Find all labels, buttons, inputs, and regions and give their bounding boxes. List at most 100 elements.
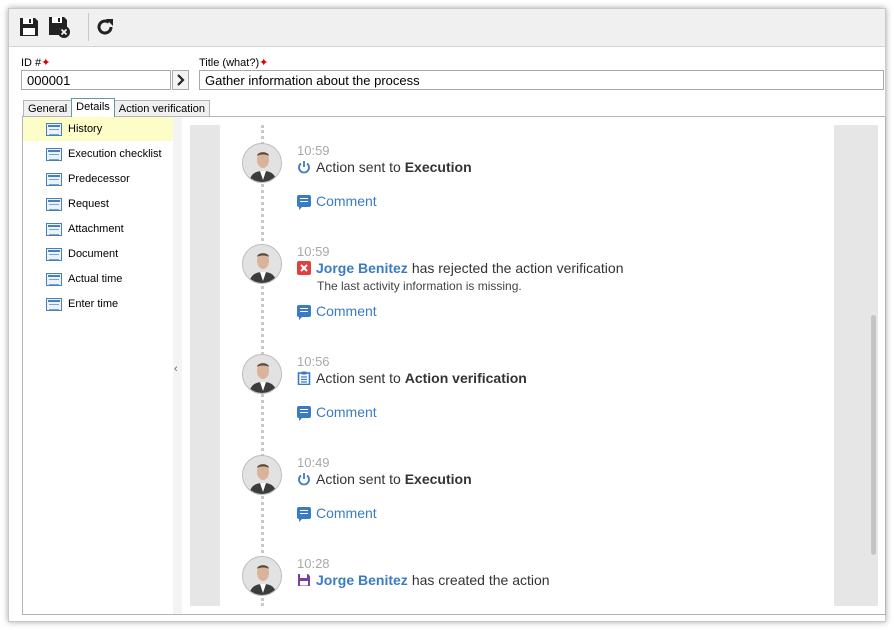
toolbar [9,9,885,47]
entry-target: Execution [404,471,472,487]
refresh-button[interactable] [91,13,119,41]
details-sidebar: History Execution checklist Predecessor … [23,117,173,614]
entry-time: 10:56 [297,354,330,369]
id-label-text: ID # [21,57,42,69]
comment-link[interactable]: Comment [297,193,377,210]
entry-time: 10:59 [297,244,330,259]
floppy-disk-close-icon [49,17,70,38]
entry-message: Action sent to Action verification [297,370,527,386]
sidebar-item-label: Request [68,198,109,210]
history-content: 10:59 Action sent to Execution Comment 1… [190,125,878,606]
entry-target: Execution [404,159,472,175]
comment-icon [297,507,311,522]
sidebar-item-label: Enter time [68,298,119,310]
title-label: Title (what?)✦ [199,56,268,69]
user-link[interactable]: Jorge Benitez [316,572,408,588]
comment-icon [297,195,311,210]
comment-label: Comment [316,404,377,420]
form-icon [46,122,62,136]
rejected-icon [297,261,311,275]
entry-message: Jorge Benitez has created the action [297,572,550,588]
sidebar-item-label: Document [68,248,119,260]
refresh-icon [97,19,113,35]
entry-detail: The last activity information is missing… [317,279,522,293]
entry-time: 10:49 [297,455,330,470]
sidebar-item-request[interactable]: Request [23,192,173,216]
sidebar-item-execution-checklist[interactable]: Execution checklist [23,142,173,166]
power-icon [297,472,311,486]
form-icon [46,297,62,311]
form-icon [46,247,62,261]
history-timeline: 10:59 Action sent to Execution Comment 1… [220,125,834,606]
entry-text: has created the action [411,572,550,588]
user-link[interactable]: Jorge Benitez [316,260,408,276]
entry-time: 10:28 [297,556,330,571]
id-label: ID #✦ [21,56,50,69]
required-marker: ✦ [41,57,51,69]
entry-text: has rejected the action verification [411,260,624,276]
sidebar-item-label: Actual time [68,273,123,285]
entry-message: Action sent to Execution [297,471,472,487]
floppy-disk-icon [20,18,38,36]
entry-message: Jorge Benitez has rejected the action ver… [297,260,624,276]
sidebar-item-label: Predecessor [68,173,130,185]
save-and-close-button[interactable] [45,13,73,41]
comment-link[interactable]: Comment [297,505,377,522]
id-field[interactable] [21,70,171,90]
comment-label: Comment [316,505,377,521]
tab-details[interactable]: Details [71,98,115,117]
sidebar-item-label: Execution checklist [68,148,162,160]
sidebar-item-actual-time[interactable]: Actual time [23,267,173,291]
comment-icon [297,305,311,320]
sidebar-item-predecessor[interactable]: Predecessor [23,167,173,191]
avatar [242,244,282,284]
chevron-right-icon [176,74,185,86]
sidebar-item-attachment[interactable]: Attachment [23,217,173,241]
entry-target: Action verification [404,370,527,386]
vertical-scrollbar[interactable] [869,125,878,606]
clipboard-icon [297,371,311,385]
comment-label: Comment [316,193,377,209]
form-icon [46,172,62,186]
sidebar-item-label: Attachment [68,223,124,235]
comment-link[interactable]: Comment [297,303,377,320]
entry-prefix: Action sent to [316,471,401,487]
comment-link[interactable]: Comment [297,404,377,421]
id-lookup-button[interactable] [172,70,189,90]
user-photo-icon [243,456,281,494]
chevron-left-icon[interactable]: ‹ [174,363,178,375]
required-marker: ✦ [259,57,269,69]
form-icon [46,222,62,236]
save-icon [297,573,311,587]
entry-time: 10:59 [297,143,330,158]
entry-prefix: Action sent to [316,159,401,175]
toolbar-separator [88,13,89,41]
form-icon [46,272,62,286]
scrollbar-thumb[interactable] [871,315,876,555]
avatar [242,556,282,596]
comment-icon [297,406,311,421]
form-icon [46,197,62,211]
title-field[interactable] [199,70,884,90]
power-icon [297,160,311,174]
entry-message: Action sent to Execution [297,159,472,175]
sidebar-item-enter-time[interactable]: Enter time [23,292,173,316]
sidebar-item-document[interactable]: Document [23,242,173,266]
user-photo-icon [243,245,281,283]
avatar [242,455,282,495]
tab-general[interactable]: General [23,100,73,117]
sidebar-item-label: History [68,123,103,135]
user-photo-icon [243,355,281,393]
form-icon [46,147,62,161]
save-button[interactable] [15,13,43,41]
tab-action-verification[interactable]: Action verification [113,100,210,117]
user-photo-icon [243,144,281,182]
sidebar-item-history[interactable]: History [23,117,173,141]
details-panel: History Execution checklist Predecessor … [22,116,886,615]
entry-prefix: Action sent to [316,370,401,386]
sidebar-splitter[interactable]: ‹ [173,117,182,614]
title-label-text: Title (what?) [199,57,260,69]
user-photo-icon [243,557,281,595]
avatar [242,354,282,394]
avatar [242,143,282,183]
